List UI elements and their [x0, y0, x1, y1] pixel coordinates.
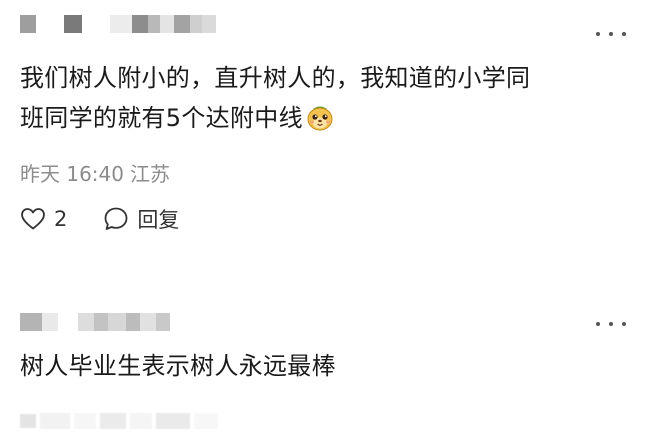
more-options-button[interactable] [596, 314, 626, 334]
masked-comment-meta [20, 408, 230, 434]
comment-time: 昨天 16:40 [20, 162, 124, 186]
comment-meta: 昨天 16:40 江苏 [20, 158, 170, 187]
like-count: 2 [54, 207, 68, 231]
masked-username[interactable] [20, 312, 170, 332]
like-button[interactable]: 2 [20, 207, 67, 231]
masked-username[interactable] [20, 14, 216, 34]
comment-text-line: 我们树人附小的，直升树人的，我知道的小学同 [20, 64, 531, 92]
reply-button[interactable]: 回复 [103, 204, 179, 234]
more-options-button[interactable] [596, 24, 626, 44]
reply-label: 回复 [137, 208, 180, 232]
comment-location: 江苏 [130, 162, 170, 186]
more-dots-icon [596, 322, 600, 326]
chat-bubble-icon [103, 206, 129, 232]
comment-item: 我们树人附小的，直升树人的，我知道的小学同 班同学的就有5个达附中线 昨天 16… [0, 0, 660, 290]
comment-text: 我们树人附小的，直升树人的，我知道的小学同 班同学的就有5个达附中线 [20, 58, 630, 138]
comment-text: 树人毕业生表示树人永远最棒 [20, 346, 630, 386]
smiling-dog-sticker-icon [305, 102, 335, 132]
comment-item: 树人毕业生表示树人永远最棒 [0, 290, 660, 444]
comment-text-line: 班同学的就有5个达附中线 [20, 98, 630, 138]
comment-actions: 2 回复 [20, 204, 179, 234]
heart-outline-icon [20, 207, 46, 231]
more-dots-icon [596, 32, 600, 36]
comment-text-line: 树人毕业生表示树人永远最棒 [20, 352, 336, 380]
